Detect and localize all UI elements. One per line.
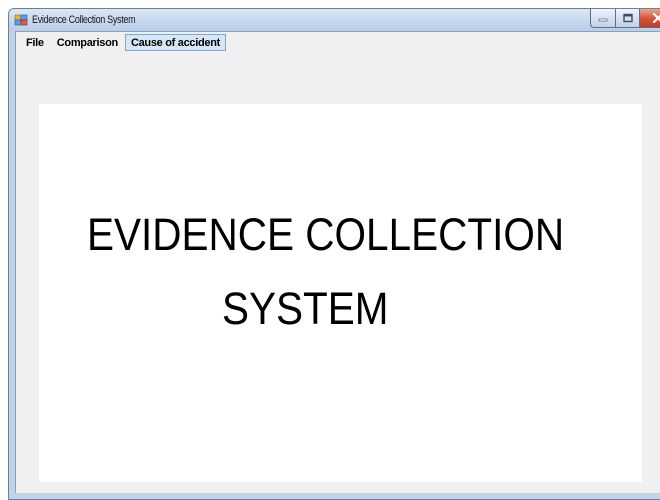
close-icon xyxy=(652,13,660,23)
title-bar[interactable]: Evidence Collection System xyxy=(9,9,660,31)
close-button[interactable] xyxy=(640,9,660,28)
maximize-icon xyxy=(622,13,633,23)
menu-cause-of-accident[interactable]: Cause of accident xyxy=(124,33,226,51)
app-icon xyxy=(14,14,28,26)
headline-line-2: SYSTEM xyxy=(222,283,389,334)
client-area: File Comparison Cause of accident EVIDEN… xyxy=(15,31,660,499)
window-title: Evidence Collection System xyxy=(32,14,136,26)
main-panel: EVIDENCE COLLECTION SYSTEM xyxy=(39,104,642,482)
menu-comparison[interactable]: Comparison xyxy=(51,34,124,51)
maximize-button[interactable] xyxy=(615,9,640,28)
menu-bar: File Comparison Cause of accident xyxy=(16,32,660,52)
app-window: Evidence Collection System File Comparis… xyxy=(8,8,660,500)
minimize-icon xyxy=(598,18,608,22)
caption-buttons xyxy=(590,9,660,28)
headline-line-1: EVIDENCE COLLECTION xyxy=(87,209,565,260)
menu-file[interactable]: File xyxy=(20,34,50,51)
window-bottom-border xyxy=(9,493,660,499)
minimize-button[interactable] xyxy=(590,9,615,28)
